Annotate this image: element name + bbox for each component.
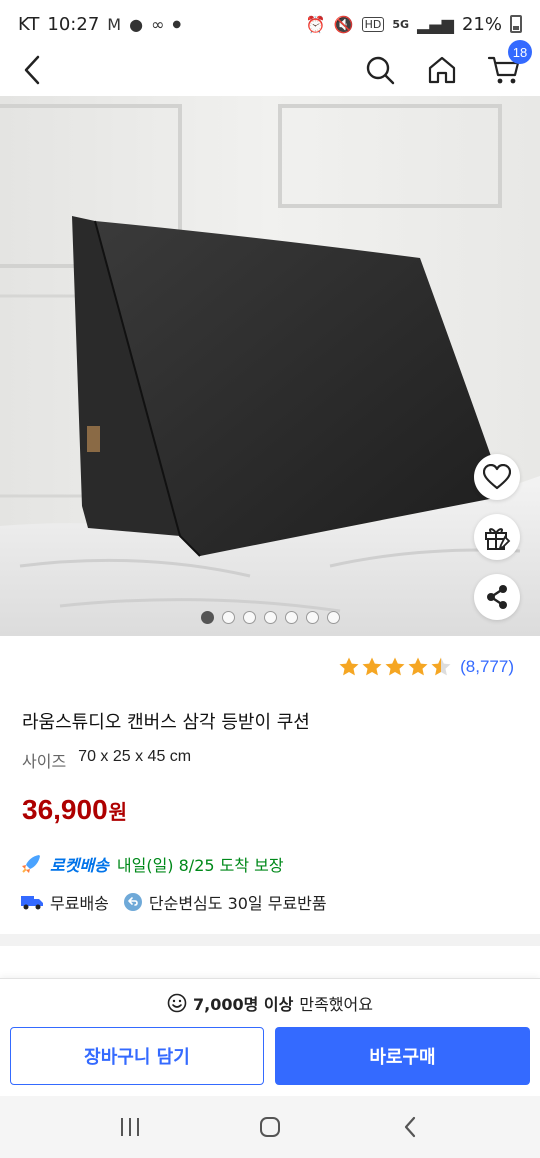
star-icon <box>385 657 405 676</box>
carousel-dot[interactable] <box>221 611 235 624</box>
price-amount: 36,900 <box>22 794 108 825</box>
hd-icon: HD <box>361 16 385 32</box>
clock: 10:27 <box>47 13 100 35</box>
rating-summary[interactable]: (8,777) <box>338 656 514 677</box>
chevron-left-icon <box>24 55 40 85</box>
star-icon <box>362 657 382 676</box>
carousel-dot[interactable] <box>242 611 256 624</box>
price-unit: 원 <box>108 800 128 824</box>
wishlist-button[interactable] <box>474 454 520 500</box>
satisfaction-banner: 7,000명 이상 만족했어요 <box>0 991 540 1015</box>
satisfaction-count: 7,000명 이상 <box>193 995 294 1014</box>
carousel-dot[interactable] <box>284 611 298 624</box>
system-home-button[interactable] <box>240 1107 300 1147</box>
home-icon <box>428 56 456 84</box>
star-icon <box>339 657 359 676</box>
option-label: 사이즈 <box>22 752 67 771</box>
return-icon <box>123 892 143 912</box>
battery-percent: 21% <box>461 13 502 35</box>
cart-count-badge: 18 <box>508 40 532 64</box>
rocket-delivery-row: 로켓배송 내일(일) 8/25 도착 보장 <box>20 852 284 876</box>
network-type: 5G <box>392 17 410 31</box>
gmail-icon: M <box>107 14 122 34</box>
option-row: 사이즈 70 x 25 x 45 cm <box>22 748 191 772</box>
gift-button[interactable] <box>474 514 520 560</box>
recent-apps-icon <box>121 1118 139 1136</box>
star-rating <box>338 656 452 677</box>
delivery-eta: 내일(일) 8/25 도착 보장 <box>116 856 284 875</box>
recent-apps-button[interactable] <box>100 1107 160 1147</box>
product-image-carousel[interactable] <box>0 96 540 636</box>
status-bar: KT 10:27 M ● ∞ ● ⏰ 🔇 HD 5G ▂▄▆ 21% <box>0 0 540 48</box>
link-icon: ∞ <box>151 14 165 34</box>
more-dot-icon: ● <box>172 18 182 30</box>
back-icon <box>404 1116 416 1138</box>
carousel-dot[interactable] <box>305 611 319 624</box>
purchase-bar: 7,000명 이상 만족했어요 장바구니 담기 바로구매 <box>0 978 540 1096</box>
gift-icon <box>485 528 511 550</box>
carousel-indicators <box>0 611 540 624</box>
section-divider <box>0 934 540 946</box>
truck-icon <box>20 893 44 911</box>
home-circle-icon <box>260 1117 280 1137</box>
alarm-icon: ⏰ <box>305 14 326 34</box>
rocket-icon <box>22 855 40 873</box>
cart-button[interactable]: 18 <box>482 40 532 92</box>
carousel-dot[interactable] <box>326 611 340 624</box>
rocket-delivery-label: 로켓배송 <box>50 856 109 875</box>
home-button[interactable] <box>420 48 464 92</box>
option-value: 70 x 25 x 45 cm <box>78 748 192 765</box>
star-icon <box>408 657 428 676</box>
smile-icon <box>167 993 187 1013</box>
carrier-label: KT <box>18 13 40 35</box>
price: 36,900 원 <box>22 794 127 826</box>
product-title: 라움스튜디오 캔버스 삼각 등받이 쿠션 <box>22 712 310 733</box>
search-icon <box>366 56 395 85</box>
share-icon <box>487 585 507 609</box>
star-icon <box>431 657 451 676</box>
system-nav-bar <box>0 1096 540 1158</box>
message-icon: ● <box>129 14 144 34</box>
satisfaction-text: 만족했어요 <box>299 995 373 1014</box>
top-nav: 18 <box>0 40 540 96</box>
free-shipping-label: 무료배송 <box>50 894 109 913</box>
heart-icon <box>483 464 511 490</box>
mute-icon: 🔇 <box>333 14 354 34</box>
product-photo <box>0 96 540 636</box>
system-back-button[interactable] <box>380 1107 440 1147</box>
carousel-dot[interactable] <box>200 611 214 624</box>
add-to-cart-button[interactable]: 장바구니 담기 <box>10 1027 264 1085</box>
back-button[interactable] <box>16 50 48 90</box>
free-return-label: 단순변심도 30일 무료반품 <box>148 894 327 913</box>
buy-now-button[interactable]: 바로구매 <box>275 1027 530 1085</box>
carousel-dot[interactable] <box>263 611 277 624</box>
search-button[interactable] <box>358 48 402 92</box>
signal-icon: ▂▄▆ <box>417 14 454 34</box>
benefits-row: 무료배송 단순변심도 30일 무료반품 <box>20 890 327 914</box>
review-count[interactable]: (8,777) <box>460 657 514 677</box>
battery-icon <box>510 15 522 33</box>
